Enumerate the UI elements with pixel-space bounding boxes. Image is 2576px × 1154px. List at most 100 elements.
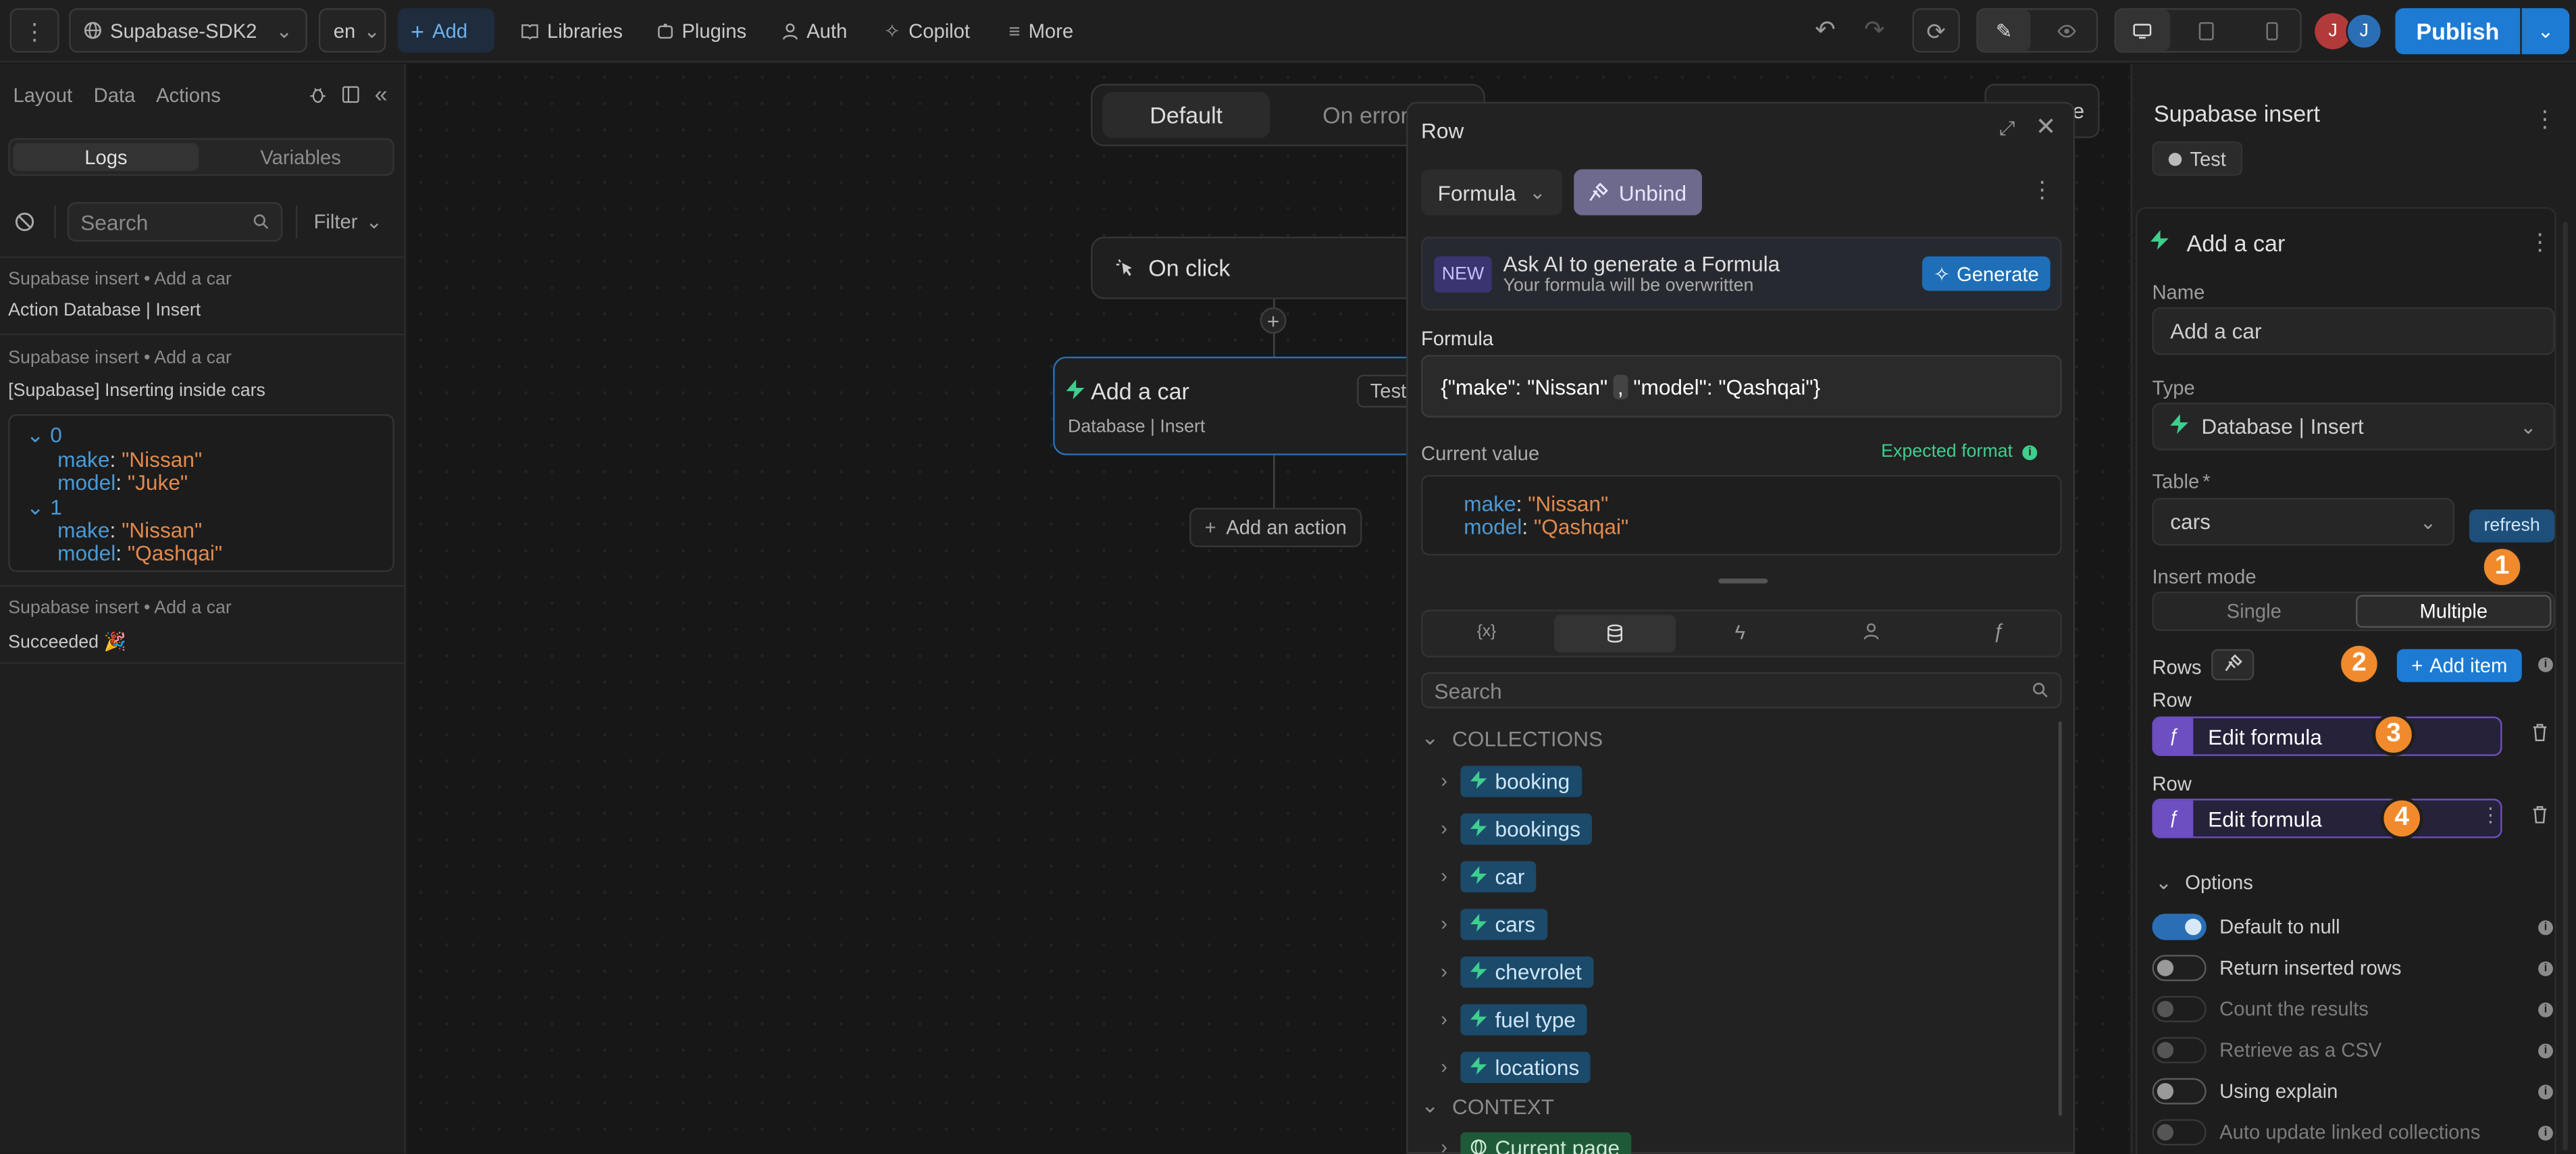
more-options-icon[interactable]: ⋮ <box>2481 805 2500 825</box>
collection-item[interactable]: › cars <box>1441 905 1547 942</box>
tab-actions[interactable]: Actions <box>156 84 221 107</box>
name-input[interactable]: Add a car <box>2152 307 2555 355</box>
copilot-button[interactable]: ✧ Copilot <box>871 8 983 53</box>
collection-item[interactable]: › chevrolet <box>1441 953 1593 990</box>
language-selector[interactable]: en ⌄ <box>318 8 386 53</box>
log-entry-header: Supabase insert • Add a car <box>8 598 232 618</box>
collection-item[interactable]: › bookings <box>1441 810 1593 847</box>
info-icon[interactable]: i <box>2538 657 2553 672</box>
avatar[interactable]: J <box>2346 13 2382 49</box>
expected-format-link[interactable]: Expected format i <box>1881 442 2038 462</box>
desktop-view-button[interactable] <box>2115 9 2170 51</box>
tab-data[interactable]: Data <box>94 84 136 107</box>
option-toggle[interactable] <box>2152 996 2207 1022</box>
option-toggle[interactable] <box>2152 1036 2207 1063</box>
collapse-icon[interactable]: « <box>375 82 388 105</box>
mode-single-button[interactable]: Single <box>2157 597 2351 626</box>
tab-default[interactable]: Default <box>1102 92 1270 139</box>
list-item[interactable]: › Current page <box>1441 1129 1632 1154</box>
options-section-toggle[interactable]: ⌄ Options <box>2155 871 2253 894</box>
lightning-icon[interactable]: ϟ <box>1735 623 1745 643</box>
option-toggle[interactable] <box>2152 955 2207 982</box>
preview-mode-button[interactable] <box>2038 10 2096 51</box>
more-options-icon[interactable]: ⋮ <box>2030 178 2053 201</box>
option-toggle[interactable] <box>2152 1119 2207 1146</box>
add-button[interactable]: + Add <box>397 8 495 53</box>
info-icon[interactable]: i <box>2538 1084 2553 1100</box>
resize-handle[interactable] <box>1718 578 1768 584</box>
filter-button[interactable]: Filter ⌄ <box>314 210 383 233</box>
unbind-button[interactable]: Unbind <box>1574 169 1702 216</box>
add-item-button[interactable]: + Add item <box>2396 649 2522 682</box>
action-node[interactable]: Add a car Database | Insert Test <box>1053 356 1433 455</box>
context-header[interactable]: ⌄ CONTEXT <box>1421 1093 1554 1120</box>
more-options-icon[interactable]: ⋮ <box>2528 230 2551 253</box>
info-icon[interactable]: i <box>2538 1002 2553 1018</box>
logs-variables-toggle: Logs Variables <box>8 138 394 176</box>
function-icon[interactable]: ƒ <box>1993 621 2004 641</box>
info-icon[interactable]: i <box>2538 1126 2553 1141</box>
logs-search-input[interactable]: Search <box>67 202 283 242</box>
formula-editor[interactable]: {"make": "Nissan" , "model": "Qashqai"} <box>1421 355 2062 418</box>
collection-name: chevrolet <box>1495 959 1582 984</box>
info-icon[interactable]: i <box>2538 1043 2553 1059</box>
panel-layout-icon[interactable] <box>342 85 360 103</box>
insert-step-button[interactable]: + <box>1260 307 1287 334</box>
test-workflow-button[interactable]: Test <box>2152 141 2243 176</box>
tree-node[interactable]: ⌄ 0 <box>26 422 62 449</box>
publish-options-button[interactable]: ⌄ <box>2521 8 2570 55</box>
data-search-input[interactable]: Search <box>1421 672 2062 709</box>
trash-icon[interactable] <box>2531 805 2548 828</box>
plus-icon: + <box>2411 654 2423 678</box>
formula-dropdown[interactable]: Formula ⌄ <box>1421 169 1563 216</box>
option-toggle[interactable] <box>2152 1078 2207 1105</box>
more-options-icon[interactable]: ⋮ <box>2533 107 2556 130</box>
collections-header[interactable]: ⌄ COLLECTIONS <box>1421 725 1603 751</box>
row-formula-field[interactable]: ƒ Edit formula <box>2152 716 2502 756</box>
trigger-node[interactable]: On click <box>1091 236 1420 299</box>
tab-variables[interactable]: Variables <box>209 143 392 171</box>
tablet-view-button[interactable] <box>2178 10 2235 51</box>
libraries-button[interactable]: Libraries <box>508 8 636 53</box>
collection-item[interactable]: › fuel type <box>1441 1001 1588 1037</box>
collection-item[interactable]: › locations <box>1441 1049 1591 1085</box>
type-select[interactable]: Database | Insert ⌄ <box>2152 402 2555 451</box>
close-icon[interactable]: ✕ <box>2036 115 2057 139</box>
expand-icon[interactable]: ⤢ <box>1999 118 2015 138</box>
user-icon[interactable] <box>1863 623 1879 640</box>
project-selector[interactable]: Supabase-SDK2 ⌄ <box>69 8 307 53</box>
bind-rows-button[interactable] <box>2211 649 2255 681</box>
option-toggle[interactable] <box>2152 913 2207 940</box>
refresh-preview-button[interactable]: ⟳ <box>1912 8 1960 53</box>
generate-button[interactable]: ✧ Generate <box>1922 256 2051 291</box>
database-tab[interactable] <box>1554 614 1676 653</box>
variable-icon[interactable]: {x} <box>1477 624 1496 641</box>
undo-button[interactable]: ↶ <box>1804 8 1847 53</box>
tree-node[interactable]: ⌄ 1 <box>26 495 62 521</box>
scrollbar[interactable] <box>2562 222 2568 1151</box>
main-menu-button[interactable]: ⋮ <box>9 8 59 53</box>
publish-button[interactable]: Publish <box>2395 8 2521 55</box>
auth-button[interactable]: Auth <box>769 8 860 53</box>
scrollbar[interactable] <box>2058 721 2062 1116</box>
redo-button[interactable]: ↷ <box>1853 8 1896 53</box>
more-button[interactable]: ≡ More <box>996 8 1087 53</box>
trash-icon[interactable] <box>2531 723 2548 746</box>
add-action-button[interactable]: + Add an action <box>1189 507 1362 547</box>
row-formula-field[interactable]: ƒ Edit formula ⋮ <box>2152 799 2502 838</box>
clear-logs-icon[interactable] <box>15 212 34 232</box>
info-icon[interactable]: i <box>2538 920 2553 936</box>
table-select[interactable]: cars ⌄ <box>2152 498 2455 546</box>
tab-logs[interactable]: Logs <box>13 143 199 171</box>
bug-icon[interactable] <box>309 85 327 103</box>
mode-multiple-button[interactable]: Multiple <box>2356 595 2552 628</box>
plugins-button[interactable]: Plugins <box>644 8 760 53</box>
refresh-button[interactable]: refresh <box>2469 509 2555 543</box>
collection-item[interactable]: › car <box>1441 858 1537 895</box>
edit-mode-button[interactable]: ✎ <box>1978 9 2030 51</box>
collection-item[interactable]: › booking <box>1441 763 1582 799</box>
info-icon[interactable]: i <box>2538 961 2553 976</box>
tab-layout[interactable]: Layout <box>13 84 72 107</box>
user-icon <box>782 22 798 39</box>
mobile-view-button[interactable] <box>2243 10 2300 51</box>
